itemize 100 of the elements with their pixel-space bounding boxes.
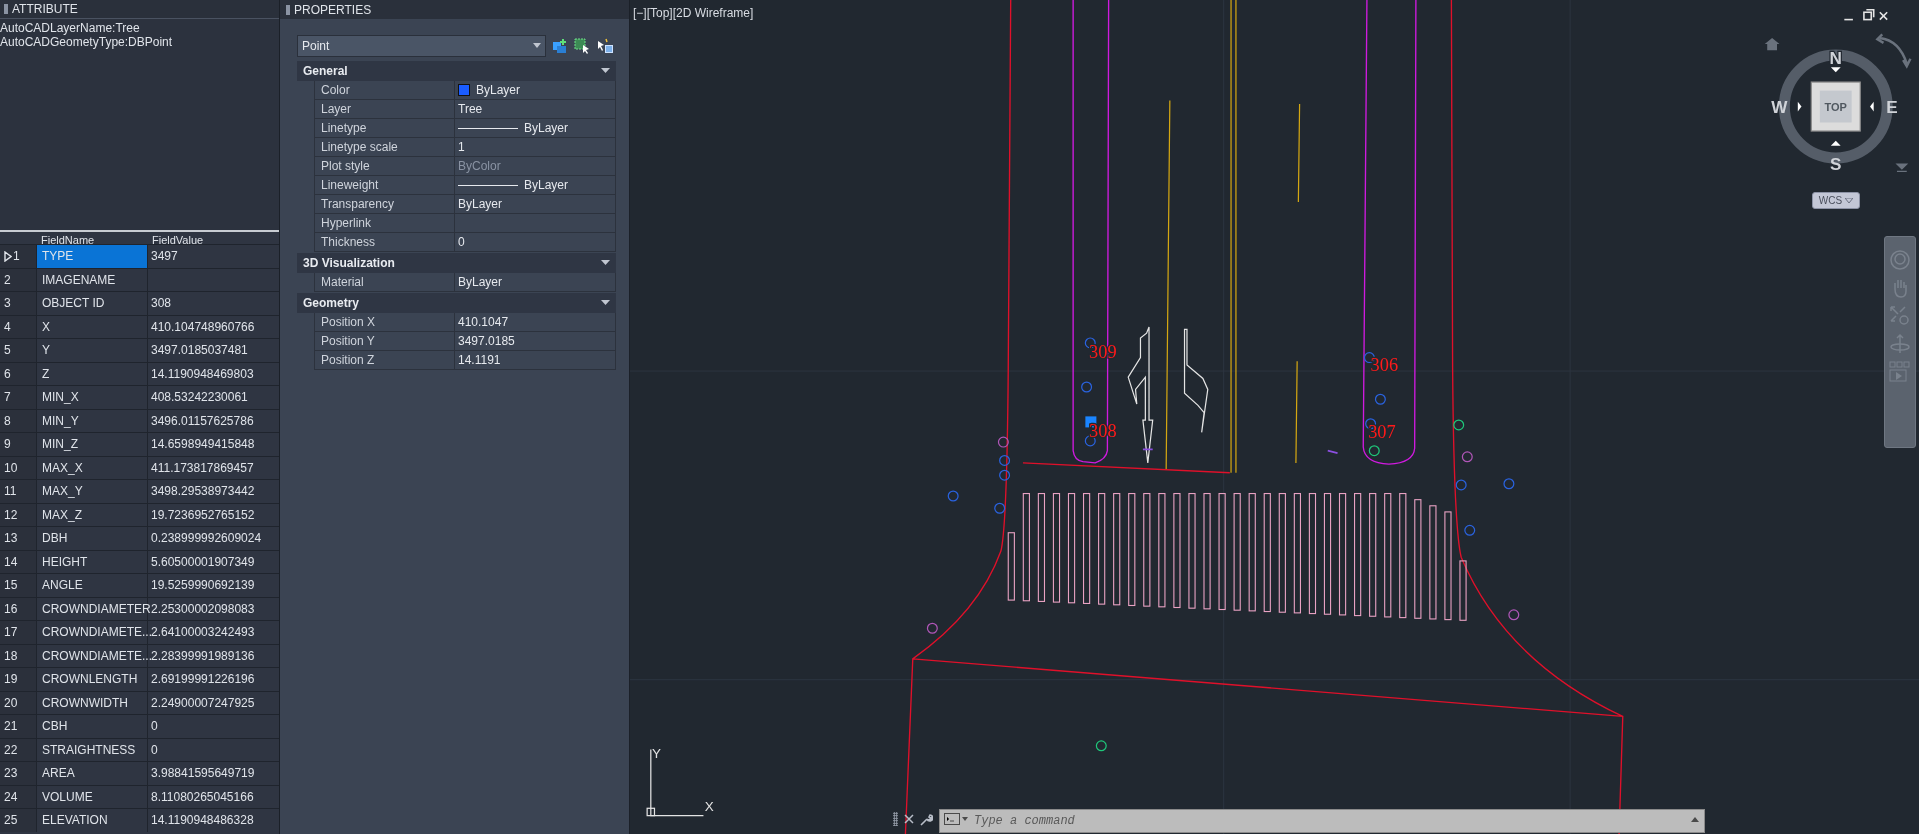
pickadd-icon[interactable] (596, 37, 614, 54)
table-cell[interactable]: Z (37, 362, 148, 385)
property-value[interactable]: 3497.0185 (458, 332, 515, 350)
caret-icon[interactable] (1870, 101, 1874, 112)
table-cell[interactable]: 0 (151, 740, 158, 759)
wrench-icon[interactable] (920, 812, 933, 826)
terminal-icon[interactable] (944, 813, 968, 825)
grip-icon[interactable] (4, 4, 8, 14)
table-cell[interactable]: 308 (151, 294, 172, 313)
home-icon[interactable] (1764, 37, 1780, 51)
panel-title: PROPERTIES (294, 1, 372, 19)
property-value[interactable]: 0 (458, 233, 465, 251)
command-line-field[interactable]: Type a command (939, 809, 1705, 833)
table-cell[interactable]: MIN_Y (37, 409, 148, 432)
grip-icon[interactable] (286, 4, 290, 15)
caret-icon (601, 260, 610, 266)
table-cell[interactable]: CROWNWIDTH (37, 691, 148, 714)
table-cell[interactable]: X (37, 315, 148, 338)
table-cell[interactable]: ANGLE (37, 574, 148, 597)
property-value[interactable]: 410.1047 (458, 313, 509, 331)
table-cell[interactable]: 2.28399991989136 (151, 646, 255, 665)
property-label: Linetype scale (315, 138, 455, 156)
table-cell[interactable]: 14.1190948469803 (151, 364, 254, 383)
compass-letter[interactable]: N (1829, 47, 1842, 68)
property-value[interactable]: ByLayer (476, 81, 521, 99)
row-number: 24 (4, 788, 18, 806)
grip-icon[interactable] (893, 812, 898, 826)
table-cell[interactable]: 8.11080265045166 (151, 787, 254, 806)
table-cell[interactable]: MAX_Y (37, 480, 148, 503)
table-cell[interactable]: MAX_X (37, 456, 148, 479)
property-value[interactable]: 14.1191 (458, 351, 501, 369)
table-cell[interactable]: MAX_Z (37, 503, 148, 526)
table-cell[interactable]: AREA (37, 762, 148, 785)
axis-label: Y (652, 746, 661, 762)
table-cell[interactable]: OBJECT ID (37, 292, 148, 315)
table-cell[interactable]: 0 (151, 717, 158, 736)
table-cell[interactable]: 3496.01157625786 (151, 411, 254, 430)
table-cell[interactable]: 3497 (151, 247, 178, 266)
table-cell[interactable]: MIN_Z (37, 433, 148, 456)
table-cell[interactable]: 2.69199991226196 (151, 670, 255, 689)
compass-letter[interactable]: S (1830, 154, 1842, 175)
table-cell[interactable]: 2.24900007247925 (151, 693, 255, 712)
section-header[interactable]: 3D Visualization (297, 253, 616, 273)
section-header[interactable]: General (297, 61, 616, 81)
table-cell[interactable]: CBH (37, 715, 148, 738)
table-cell[interactable]: CROWNLENGTH (37, 668, 148, 691)
row-number: 4 (4, 318, 11, 336)
window-controls[interactable] (1843, 9, 1888, 21)
viewport-controls-label[interactable]: [−][Top][2D Wireframe] (633, 4, 754, 22)
table-cell[interactable]: 14.6598949415848 (151, 435, 255, 454)
select-objects-icon[interactable] (574, 37, 590, 54)
property-value[interactable]: 1 (458, 138, 465, 156)
table-cell[interactable]: 3498.29538973442 (151, 482, 255, 501)
table-cell[interactable]: 19.5259990692139 (151, 576, 255, 595)
table-cell[interactable]: MIN_X (37, 386, 148, 409)
object-type-dropdown[interactable]: Point (297, 34, 546, 57)
property-label: Position X (315, 313, 455, 331)
table-cell[interactable]: VOLUME (37, 785, 148, 808)
table-cell[interactable]: 3.98841595649719 (151, 764, 255, 783)
caret-icon[interactable] (1797, 101, 1802, 112)
property-value[interactable]: Tree (458, 100, 483, 118)
table-cell[interactable]: IMAGENAME (37, 268, 148, 291)
table-cell[interactable]: 5.60500001907349 (151, 552, 255, 571)
attribute-text: AutoCADLayerName:Tree (0, 21, 140, 35)
table-cell[interactable]: 2.64100003242493 (151, 623, 255, 642)
table-cell[interactable]: HEIGHT (37, 550, 148, 573)
property-value[interactable]: ByLayer (524, 119, 569, 137)
table-cell[interactable]: ELEVATION (37, 809, 148, 832)
property-value[interactable]: ByLayer (524, 176, 569, 194)
table-cell[interactable]: Y (37, 339, 148, 362)
table-cell[interactable]: 14.1190948486328 (151, 811, 254, 830)
row-number: 6 (4, 365, 11, 383)
table-cell[interactable]: 411.173817869457 (151, 458, 254, 477)
table-cell[interactable]: 408.53242230061 (151, 388, 248, 407)
wcs-menu-button[interactable]: WCS (1812, 192, 1860, 209)
table-cell[interactable]: 3497.0185037481 (151, 341, 248, 360)
row-number: 3 (4, 295, 11, 313)
compass-letter[interactable]: E (1886, 96, 1898, 117)
drawing-label: 307 (1368, 422, 1396, 443)
table-cell[interactable]: TYPE (37, 245, 148, 268)
caret-icon[interactable] (1830, 67, 1841, 73)
caret-icon[interactable] (1830, 140, 1841, 146)
table-cell[interactable]: 0.238999992609024 (151, 529, 262, 548)
table-cell[interactable]: 2.25300002098083 (151, 599, 255, 618)
drawing-label: 306 (1370, 355, 1399, 376)
property-label: Position Y (315, 332, 455, 350)
property-value[interactable]: ByLayer (458, 273, 503, 291)
rotate-arrow-icon[interactable] (1876, 33, 1912, 68)
quick-select-icon[interactable] (552, 37, 568, 54)
column-header[interactable]: FieldName (37, 234, 95, 246)
column-header[interactable]: FieldValue (148, 234, 204, 246)
property-value[interactable]: ByLayer (458, 195, 503, 213)
section-header[interactable]: Geometry (297, 293, 616, 313)
table-cell[interactable]: 410.104748960766 (151, 317, 255, 336)
table-cell[interactable]: 19.7236952765152 (151, 505, 255, 524)
compass-letter[interactable]: W (1771, 96, 1788, 117)
row-number: 19 (4, 671, 18, 689)
close-icon[interactable] (904, 814, 914, 824)
table-cell[interactable]: DBH (37, 527, 148, 550)
table-cell[interactable]: STRAIGHTNESS (37, 738, 148, 761)
